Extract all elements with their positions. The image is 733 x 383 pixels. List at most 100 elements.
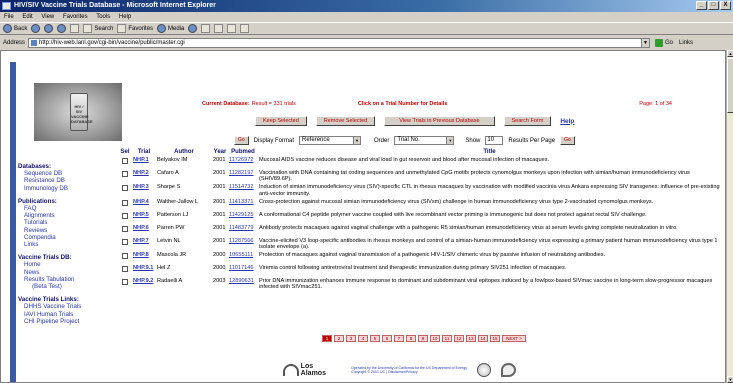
sidebar-link-sequence-db[interactable]: Sequence DB bbox=[18, 170, 133, 177]
view-previous-button[interactable]: View Trials in Previous Database bbox=[384, 116, 495, 126]
help-link[interactable]: Help bbox=[560, 118, 574, 125]
sidebar-link-alignments[interactable]: Alignments bbox=[18, 212, 133, 219]
trial-link[interactable]: NHP.1 bbox=[133, 157, 149, 163]
sidebar-link-faq[interactable]: FAQ bbox=[18, 205, 133, 212]
trial-link[interactable]: NHP.5 bbox=[133, 212, 149, 218]
go-button-left[interactable]: Go bbox=[234, 136, 249, 145]
sidebar-link-news[interactable]: News bbox=[18, 269, 133, 276]
page-button[interactable]: 14 bbox=[478, 335, 488, 342]
sidebar-link-links[interactable]: Links bbox=[18, 241, 133, 248]
stop-icon[interactable] bbox=[44, 24, 54, 33]
sidebar-link-home[interactable]: Home bbox=[18, 261, 133, 268]
page-button[interactable]: 1 bbox=[322, 335, 332, 342]
trial-link[interactable]: NHP.4 bbox=[133, 199, 149, 205]
keep-selected-button[interactable]: Keep Selected bbox=[255, 116, 307, 126]
page-button[interactable]: 2 bbox=[334, 335, 344, 342]
page-button[interactable]: 11 bbox=[442, 335, 452, 342]
dropdown-arrow-icon[interactable]: ▼ bbox=[641, 38, 650, 47]
go-button[interactable]: Go bbox=[655, 38, 673, 47]
pubmed-link[interactable]: 11017146 bbox=[229, 265, 253, 271]
next-page-button[interactable]: NEXT > bbox=[502, 335, 526, 342]
trial-link[interactable]: NHP.2 bbox=[133, 170, 149, 176]
pubmed-link[interactable]: 11282197 bbox=[229, 170, 253, 176]
back-button[interactable]: Back bbox=[3, 24, 27, 33]
pubmed-link[interactable]: 11726972 bbox=[229, 157, 253, 163]
mail-icon[interactable] bbox=[201, 24, 211, 33]
trial-link[interactable]: NHP.9.2 bbox=[133, 278, 153, 284]
scroll-up-icon[interactable]: ▲ bbox=[727, 50, 733, 57]
sidebar-link-compendia[interactable]: Compendia bbox=[18, 234, 133, 241]
pubmed-link[interactable]: 11413371 bbox=[229, 199, 253, 205]
scroll-thumb[interactable] bbox=[727, 58, 733, 113]
uc-logo-icon[interactable] bbox=[501, 363, 516, 377]
page-button[interactable]: 15 bbox=[490, 335, 500, 342]
pubmed-link[interactable]: 10655111 bbox=[229, 252, 253, 258]
sidebar-link-immunology-db[interactable]: Immunology DB bbox=[18, 185, 133, 192]
search-button[interactable]: Search bbox=[83, 24, 113, 33]
sidebar-link-iavi[interactable]: IAVI Human Trials bbox=[18, 311, 133, 318]
sidebar-link-chi[interactable]: CHI Pipeline Project bbox=[18, 318, 133, 325]
page-button[interactable]: 13 bbox=[466, 335, 476, 342]
trial-link[interactable]: NHP.7 bbox=[133, 238, 149, 244]
sidebar-link-resistance-db[interactable]: Resistance DB bbox=[18, 177, 133, 184]
trial-link[interactable]: NHP.8 bbox=[133, 252, 149, 258]
go-button-right[interactable]: Go bbox=[560, 136, 575, 145]
order-select[interactable]: Trial No. ▼ bbox=[394, 136, 455, 145]
select-checkbox[interactable] bbox=[122, 279, 128, 286]
sidebar-link-tutorials[interactable]: Tutorials bbox=[18, 219, 133, 226]
links-button[interactable]: Links bbox=[679, 40, 693, 46]
page-button[interactable]: 4 bbox=[358, 335, 368, 342]
sidebar-link-reviews[interactable]: Reviews bbox=[18, 227, 133, 234]
scroll-down-icon[interactable]: ▼ bbox=[727, 376, 733, 383]
sidebar-link-dhhs[interactable]: DHHS Vaccine Trials bbox=[18, 303, 133, 310]
menu-tools[interactable]: Tools bbox=[96, 14, 110, 20]
trial-link[interactable]: NHP.3 bbox=[133, 184, 149, 190]
select-checkbox[interactable] bbox=[122, 199, 128, 206]
page-button[interactable]: 7 bbox=[394, 335, 404, 342]
select-checkbox[interactable] bbox=[122, 158, 128, 164]
close-button[interactable]: X bbox=[720, 1, 731, 10]
page-button[interactable]: 10 bbox=[430, 335, 440, 342]
edit-icon[interactable] bbox=[227, 24, 237, 33]
home-icon[interactable] bbox=[70, 24, 80, 33]
page-button[interactable]: 5 bbox=[370, 335, 380, 342]
select-checkbox[interactable] bbox=[122, 185, 128, 192]
select-checkbox[interactable] bbox=[122, 212, 128, 219]
pubmed-link[interactable]: 12890631 bbox=[229, 278, 254, 284]
pubmed-link[interactable]: 11287566 bbox=[229, 238, 253, 244]
pubmed-link[interactable]: 11429125 bbox=[229, 212, 253, 218]
select-checkbox[interactable] bbox=[122, 238, 128, 245]
doe-seal-icon[interactable] bbox=[477, 363, 491, 377]
page-button[interactable]: 9 bbox=[418, 335, 428, 342]
search-form-button[interactable]: Search Form bbox=[503, 116, 552, 126]
trial-link[interactable]: NHP.9.1 bbox=[133, 265, 153, 271]
select-checkbox[interactable] bbox=[122, 266, 128, 273]
trial-link[interactable]: NHP.6 bbox=[133, 225, 149, 231]
history-icon[interactable] bbox=[188, 24, 198, 33]
page-button[interactable]: 12 bbox=[454, 335, 464, 342]
pubmed-link[interactable]: 11514732 bbox=[229, 184, 253, 190]
page-button[interactable]: 6 bbox=[382, 335, 392, 342]
forward-arrow-icon[interactable] bbox=[31, 24, 41, 33]
show-count-input[interactable]: 10 bbox=[485, 136, 504, 145]
vertical-scrollbar[interactable]: ▲ ▼ bbox=[726, 50, 733, 383]
los-alamos-logo[interactable]: Los Alamos bbox=[283, 361, 339, 379]
address-input[interactable]: http://hiv-web.lanl.gov/cgi-bin/vaccine/… bbox=[28, 37, 651, 48]
display-format-select[interactable]: Reference ▼ bbox=[299, 136, 362, 145]
refresh-icon[interactable] bbox=[57, 24, 67, 33]
menu-help[interactable]: Help bbox=[119, 14, 131, 20]
menu-favorites[interactable]: Favorites bbox=[63, 14, 88, 20]
menu-file[interactable]: File bbox=[4, 14, 14, 20]
minimize-button[interactable]: _ bbox=[696, 1, 707, 10]
menu-view[interactable]: View bbox=[41, 14, 54, 20]
page-button[interactable]: 3 bbox=[346, 335, 356, 342]
select-checkbox[interactable] bbox=[122, 225, 128, 232]
select-checkbox[interactable] bbox=[122, 171, 128, 177]
media-button[interactable]: Media bbox=[157, 24, 184, 33]
print-icon[interactable] bbox=[214, 24, 224, 33]
maximize-button[interactable]: □ bbox=[708, 1, 719, 10]
remove-selected-button[interactable]: Remove Selected bbox=[315, 116, 376, 126]
favorites-button[interactable]: Favorites bbox=[117, 24, 153, 33]
page-button[interactable]: 8 bbox=[406, 335, 416, 342]
select-checkbox[interactable] bbox=[122, 253, 128, 260]
